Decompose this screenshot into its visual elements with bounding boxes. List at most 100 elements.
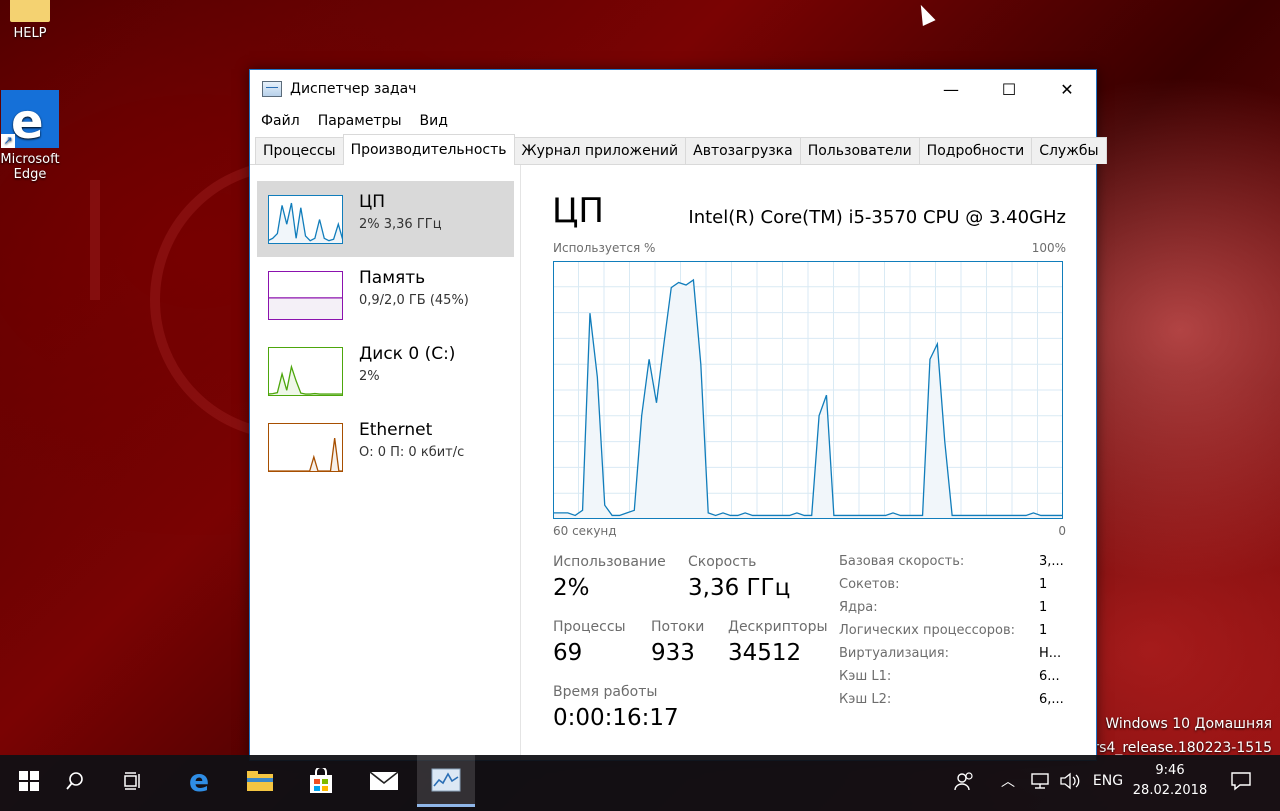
cpu-model-name: Intel(R) Core(TM) i5-3570 CPU @ 3.40GHz <box>688 207 1066 228</box>
network-button[interactable] <box>1028 755 1054 807</box>
disk-mini-graph <box>268 347 343 396</box>
system-clock[interactable]: 9:46 28.02.2018 <box>1130 761 1210 801</box>
show-hidden-icons-button[interactable]: ︿ <box>996 755 1020 807</box>
tab-app-history[interactable]: Журнал приложений <box>513 137 687 164</box>
wallpaper-ring <box>90 180 110 300</box>
memory-mini-graph <box>268 271 343 320</box>
folder-icon <box>247 771 273 791</box>
desktop-icon-edge[interactable]: e ↗ Microsoft Edge <box>0 90 66 182</box>
desktop-icon-label: Microsoft <box>0 152 60 167</box>
performance-sidebar: ЦП 2% 3,36 ГГц Память 0,9/2,0 ГБ (45%) Д… <box>250 165 521 760</box>
graph-y-label: Используется % <box>553 241 656 255</box>
tab-performance[interactable]: Производительность <box>342 134 515 165</box>
desktop-icon-help[interactable]: HELP <box>0 0 66 41</box>
stat-processes: Процессы 69 <box>553 619 626 666</box>
clock-time: 9:46 <box>1155 763 1185 778</box>
minimize-button[interactable]: — <box>922 70 980 108</box>
sidebar-item-ethernet[interactable]: Ethernet О: 0 П: 0 кбит/с <box>257 409 514 485</box>
cpu-spec-list: Базовая скорость: 3,... Сокетов: 1 Ядра: 1 … <box>839 554 1064 715</box>
spec-row: Ядра: 1 <box>839 600 1048 615</box>
tab-startup[interactable]: Автозагрузка <box>685 137 801 164</box>
store-button[interactable] <box>292 755 350 807</box>
edge-icon: e <box>188 763 210 799</box>
chevron-up-icon: ︿ <box>1001 774 1015 790</box>
task-manager-icon <box>431 768 461 791</box>
people-icon <box>954 772 973 791</box>
task-manager-taskbar-button[interactable] <box>417 755 475 807</box>
sidebar-item-disk[interactable]: Диск 0 (C:) 2% <box>257 333 514 409</box>
sidebar-item-value: 0,9/2,0 ГБ (45%) <box>359 293 469 308</box>
disk-thumb-area <box>268 366 343 396</box>
notification-icon <box>1231 772 1251 791</box>
maximize-button[interactable]: ☐ <box>980 70 1038 108</box>
graph-x-label: 60 секунд <box>553 524 617 538</box>
graph-y-max-label: 100% <box>1031 241 1066 255</box>
action-center-button[interactable] <box>1224 755 1258 807</box>
sidebar-item-value: 2% <box>359 369 380 384</box>
search-button[interactable] <box>46 755 104 807</box>
clock-date: 28.02.2018 <box>1132 783 1208 798</box>
close-button[interactable]: ✕ <box>1038 70 1096 108</box>
sidebar-item-label: Диск 0 (C:) <box>359 344 456 364</box>
file-explorer-button[interactable] <box>231 755 289 807</box>
volume-button[interactable] <box>1057 755 1083 807</box>
cpu-mini-graph <box>268 195 343 244</box>
speaker-icon <box>1060 772 1080 790</box>
page-title: ЦП <box>552 191 604 231</box>
task-manager-window: Диспетчер задач — ☐ ✕ Файл Параметры Вид… <box>249 69 1107 761</box>
windows-watermark: Windows 10 Домашняя 10.rs4_release.18022… <box>1071 716 1272 756</box>
stat-uptime: Время работы 0:00:16:17 <box>553 684 679 731</box>
sidebar-item-value: 2% 3,36 ГГц <box>359 217 442 232</box>
mail-icon <box>369 771 399 790</box>
search-icon <box>66 772 83 790</box>
stat-usage: Использование 2% <box>553 554 666 601</box>
memory-thumb-area <box>268 297 343 320</box>
tab-services[interactable]: Службы <box>1031 137 1107 164</box>
cpu-detail-panel: ЦП Intel(R) Core(TM) i5-3570 CPU @ 3.40G… <box>520 165 1096 760</box>
shortcut-arrow-icon: ↗ <box>1 134 15 148</box>
desktop-icon-label: Edge <box>13 167 47 182</box>
mail-button[interactable] <box>355 755 413 807</box>
menu-file[interactable]: Файл <box>250 113 309 129</box>
desktop-icon-label: HELP <box>13 26 47 41</box>
spec-row: Логических процессоров: 1 <box>839 623 1048 638</box>
sidebar-item-label: Ethernet <box>359 420 433 440</box>
task-view-icon <box>124 772 140 790</box>
windows-logo-icon <box>19 771 39 791</box>
edge-icon: e ↗ <box>1 90 59 150</box>
menu-options[interactable]: Параметры <box>309 113 411 129</box>
stat-threads: Потоки 933 <box>651 619 705 666</box>
sidebar-item-value: О: 0 П: 0 кбит/с <box>359 445 465 460</box>
cpu-usage-graph <box>553 261 1063 519</box>
folder-icon <box>10 0 50 22</box>
sidebar-item-label: ЦП <box>359 192 385 212</box>
sidebar-item-memory[interactable]: Память 0,9/2,0 ГБ (45%) <box>257 257 514 333</box>
spec-row: Базовая скорость: 3,... <box>839 554 1064 569</box>
mouse-cursor-icon <box>914 1 936 27</box>
tab-bar: Процессы Производительность Журнал прило… <box>250 134 1107 165</box>
sidebar-item-label: Память <box>359 268 426 288</box>
graph-x-min-label: 0 <box>1058 524 1066 538</box>
store-icon <box>310 768 332 793</box>
task-view-button[interactable] <box>104 755 162 807</box>
title-bar[interactable]: Диспетчер задач — ☐ ✕ <box>250 70 1096 108</box>
network-icon <box>1031 773 1049 789</box>
spec-row: Виртуализация: Н... <box>839 646 1062 661</box>
stat-handles: Дескрипторы 34512 <box>728 619 828 666</box>
input-language-button[interactable]: ENG <box>1088 755 1128 807</box>
ethernet-thumb-line <box>268 438 343 472</box>
spec-row: Кэш L2: 6,... <box>839 692 1064 707</box>
task-manager-icon <box>262 81 282 97</box>
menu-bar: Файл Параметры Вид <box>250 108 1096 134</box>
sidebar-item-cpu[interactable]: ЦП 2% 3,36 ГГц <box>257 181 514 257</box>
people-button[interactable] <box>948 755 980 807</box>
spec-row: Кэш L1: 6... <box>839 669 1060 684</box>
edge-taskbar-button[interactable]: e <box>170 755 228 807</box>
stat-speed: Скорость 3,36 ГГц <box>688 554 791 601</box>
tab-details[interactable]: Подробности <box>918 137 1033 164</box>
spec-row: Сокетов: 1 <box>839 577 1048 592</box>
tab-users[interactable]: Пользователи <box>799 137 920 164</box>
tab-processes[interactable]: Процессы <box>255 137 344 164</box>
menu-view[interactable]: Вид <box>411 113 457 129</box>
ethernet-thumb-area <box>268 438 343 472</box>
